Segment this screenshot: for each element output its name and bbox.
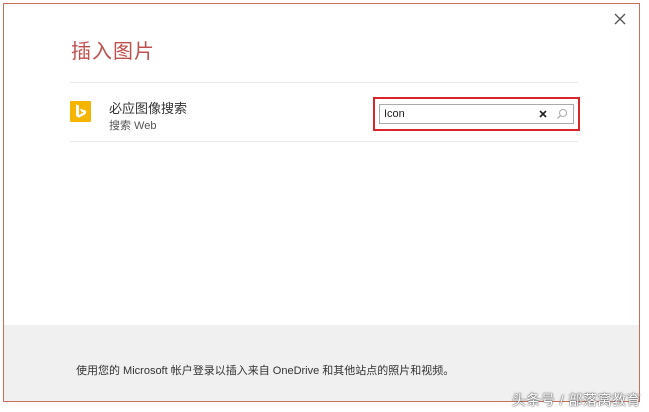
search-icon	[557, 108, 568, 119]
watermark: 头条号 / 部落窝教育	[511, 392, 641, 408]
search-box	[379, 104, 574, 124]
close-icon	[614, 13, 626, 25]
provider-name: 必应图像搜索	[109, 101, 188, 116]
dialog-title: 插入图片	[71, 41, 155, 63]
close-button[interactable]	[612, 11, 628, 27]
footer-message: 使用您的 Microsoft 帐户登录以插入来自 OneDrive 和其他站点的…	[76, 365, 455, 377]
bing-logo-icon	[70, 101, 91, 122]
search-highlight-box	[373, 97, 580, 131]
search-input[interactable]	[384, 107, 534, 121]
clear-search-button[interactable]	[537, 108, 549, 120]
insert-picture-dialog: 插入图片 必应图像搜索 搜索 Web Icon 使用您的 Microsoft 帐…	[3, 3, 640, 402]
clear-icon	[539, 110, 547, 118]
page: 插入图片 必应图像搜索 搜索 Web Icon 使用您的 Microsoft 帐…	[0, 0, 649, 412]
search-button[interactable]	[555, 107, 569, 121]
provider-subtitle: 搜索 Web	[109, 120, 157, 132]
